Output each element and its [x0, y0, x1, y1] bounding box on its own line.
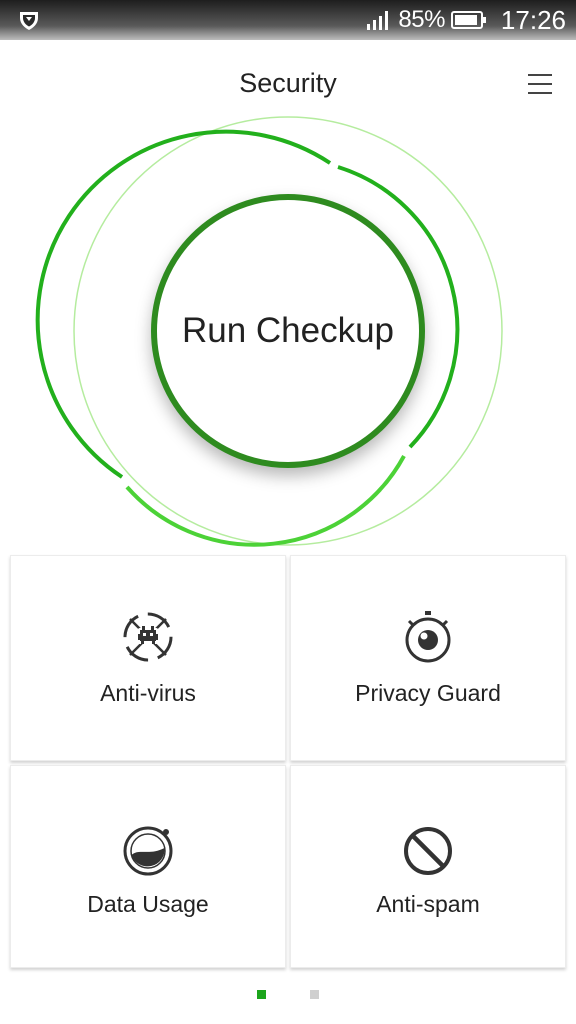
data-gauge-icon [123, 826, 173, 876]
eye-timer-icon [405, 611, 451, 663]
tile-anti-virus[interactable]: Anti-virus [10, 555, 286, 761]
battery-percent: 85% [398, 6, 445, 33]
hamburger-menu-icon[interactable] [528, 74, 558, 100]
shield-icon [20, 12, 38, 30]
feature-grid: Anti-virus Privacy Guard Data Usage Anti… [10, 555, 567, 968]
app-header: Security [0, 60, 576, 112]
tile-label: Anti-virus [100, 680, 196, 706]
run-checkup-button[interactable]: Run Checkup [151, 194, 425, 468]
virus-icon [123, 612, 173, 662]
signal-icon [367, 11, 389, 30]
page-indicator [0, 990, 576, 1002]
block-icon [404, 827, 452, 875]
tile-data-usage[interactable]: Data Usage [10, 765, 286, 968]
battery-icon [450, 11, 486, 29]
tile-anti-spam[interactable]: Anti-spam [290, 765, 566, 968]
run-checkup-label: Run Checkup [181, 311, 395, 350]
status-bar: 85% 17:26 [0, 0, 576, 40]
status-indicators: 85% 17:26 [366, 5, 566, 35]
page-dot[interactable] [310, 990, 319, 999]
clock: 17:26 [500, 4, 566, 35]
tile-label: Anti-spam [376, 891, 480, 917]
tile-privacy-guard[interactable]: Privacy Guard [290, 555, 566, 761]
tile-label: Data Usage [87, 891, 209, 917]
tile-label: Privacy Guard [355, 680, 501, 706]
page-title: Security [239, 68, 337, 98]
page-dot-active[interactable] [257, 990, 266, 999]
checkup-ring-area: Run Checkup [0, 110, 576, 550]
